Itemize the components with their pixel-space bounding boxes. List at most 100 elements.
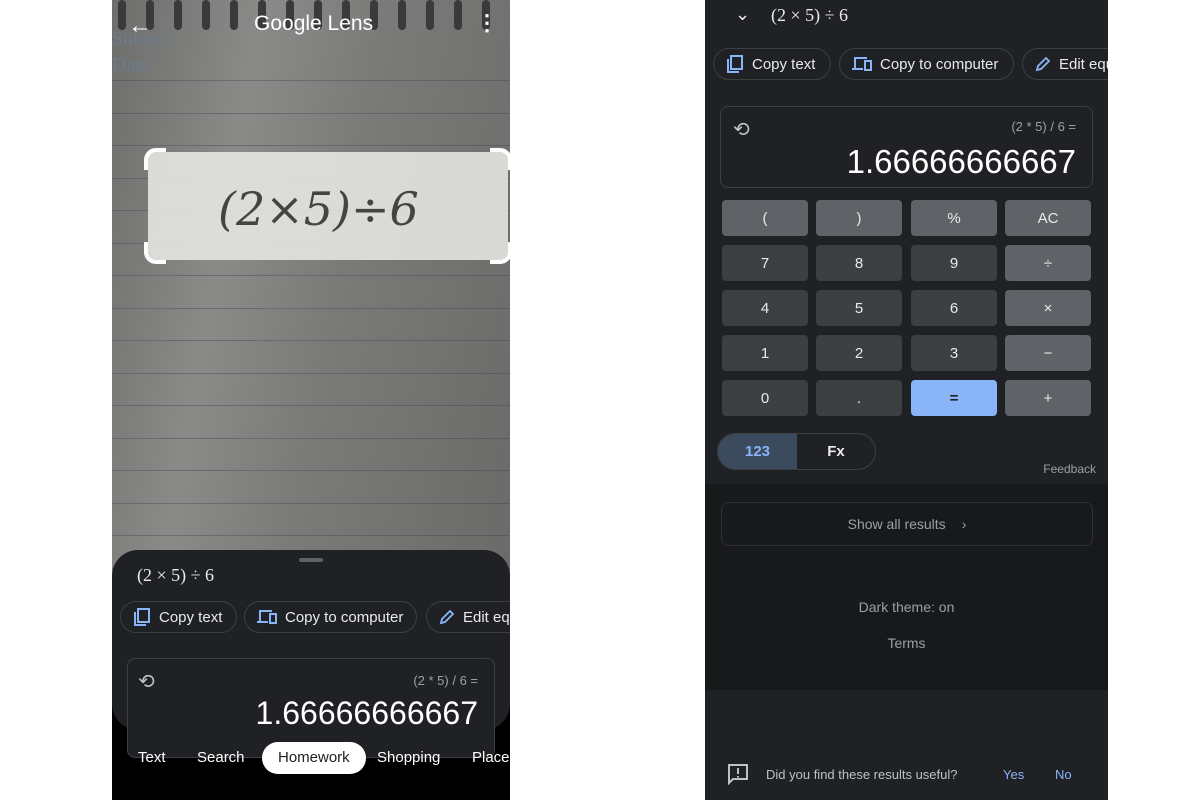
key-button[interactable]: ÷ <box>1005 245 1091 281</box>
notebook-date: Date <box>112 54 150 76</box>
mode-fx-button[interactable]: Fx <box>797 434 875 469</box>
spiral-ring <box>454 0 462 30</box>
chevron-right-icon: › <box>961 516 967 532</box>
selection-corner[interactable] <box>490 242 510 264</box>
key-button[interactable]: 3 <box>911 335 997 371</box>
dark-theme-toggle[interactable]: Dark theme: on <box>705 599 1108 615</box>
notebook-rule <box>112 275 510 276</box>
tab-search[interactable]: Search <box>181 742 261 774</box>
copy-icon <box>134 608 150 626</box>
notebook-rule <box>112 405 510 406</box>
history-icon[interactable]: ⟲ <box>733 117 750 142</box>
selection-corner[interactable] <box>144 148 166 170</box>
result-card: ⟲ (2 * 5) / 6 = 1.66666666667 <box>720 106 1093 188</box>
selection-corner[interactable] <box>144 242 166 264</box>
chip-label: Copy text <box>159 608 223 626</box>
notebook-rule <box>112 535 510 536</box>
spiral-ring <box>118 0 126 30</box>
selection-region[interactable]: (2×5)÷6 <box>144 148 510 264</box>
drag-handle[interactable] <box>299 558 323 562</box>
spiral-ring <box>230 0 238 30</box>
results-sheet: (2 × 5) ÷ 6 Copy text Copy to computer E… <box>112 550 510 758</box>
feedback-link[interactable]: Feedback <box>1043 462 1096 476</box>
copy-icon <box>727 55 743 73</box>
spiral-ring <box>426 0 434 30</box>
key-button[interactable]: × <box>1005 290 1091 326</box>
edit-equation-button[interactable]: Edit equation <box>426 601 510 633</box>
back-arrow-icon[interactable]: ← <box>128 12 152 40</box>
notebook-rule <box>112 80 510 81</box>
chip-label: Edit equation <box>463 608 510 626</box>
result-expression: (2 * 5) / 6 = <box>413 673 478 688</box>
spiral-ring <box>398 0 406 30</box>
result-value: 1.66666666667 <box>846 143 1076 180</box>
key-button[interactable]: 4 <box>722 290 808 326</box>
google-lens-screen: Subject Date (2×5)÷6 ← Google Lens ⋮ (2 … <box>112 0 510 800</box>
tab-places[interactable]: Places <box>456 742 510 774</box>
tab-text[interactable]: Text <box>122 742 182 774</box>
key-button[interactable]: − <box>1005 335 1091 371</box>
notebook-rule <box>112 112 510 114</box>
result-expression: (2 * 5) / 6 = <box>1011 119 1076 134</box>
result-value: 1.66666666667 <box>255 695 478 731</box>
devices-icon <box>257 610 277 624</box>
key-button[interactable]: 5 <box>816 290 902 326</box>
notebook-rule <box>112 307 510 309</box>
feedback-icon <box>728 764 748 785</box>
key-button[interactable]: 2 <box>816 335 902 371</box>
no-button[interactable]: No <box>1055 767 1072 782</box>
copy-text-button[interactable]: Copy text <box>713 48 831 80</box>
selection-corner[interactable] <box>490 148 510 170</box>
tab-homework[interactable]: Homework <box>262 742 366 774</box>
notebook-rule <box>112 340 510 341</box>
key-button[interactable]: ( <box>722 200 808 236</box>
key-button[interactable]: . <box>816 380 902 416</box>
chevron-down-icon[interactable]: ⌄ <box>735 4 750 25</box>
key-button[interactable]: 1 <box>722 335 808 371</box>
chip-label: Copy text <box>752 55 816 73</box>
key-button[interactable]: AC <box>1005 200 1091 236</box>
useful-question: Did you find these results useful? <box>766 767 958 782</box>
spiral-ring <box>202 0 210 30</box>
recognized-expression: (2 × 5) ÷ 6 <box>137 565 215 585</box>
pencil-icon <box>1035 56 1051 72</box>
camera-photo: Subject Date (2×5)÷6 <box>112 0 510 600</box>
tab-shopping[interactable]: Shopping <box>361 742 456 774</box>
recognized-expression: (2 × 5) ÷ 6 <box>771 5 849 25</box>
handwritten-equation: (2×5)÷6 <box>218 182 419 236</box>
show-all-results-button[interactable]: Show all results › <box>721 502 1093 546</box>
key-button[interactable]: ) <box>816 200 902 236</box>
spiral-ring <box>174 0 182 30</box>
key-button[interactable]: 6 <box>911 290 997 326</box>
devices-icon <box>852 57 872 71</box>
copy-to-computer-button[interactable]: Copy to computer <box>244 601 417 633</box>
key-button[interactable]: 8 <box>816 245 902 281</box>
chip-label: Edit equation <box>1059 55 1108 73</box>
notebook-rule <box>112 502 510 504</box>
more-options-icon[interactable]: ⋮ <box>476 10 498 36</box>
notebook-rule <box>112 145 510 146</box>
copy-text-button[interactable]: Copy text <box>120 601 237 633</box>
mode-toggle: 123 Fx <box>717 433 876 470</box>
terms-link[interactable]: Terms <box>705 635 1108 651</box>
key-button[interactable]: 9 <box>911 245 997 281</box>
chip-label: Copy to computer <box>880 55 999 73</box>
history-icon[interactable]: ⟲ <box>138 669 155 694</box>
notebook-rule <box>112 372 510 374</box>
chip-label: Copy to computer <box>285 608 404 626</box>
key-button[interactable]: % <box>911 200 997 236</box>
results-footer: Show all results › Dark theme: on Terms <box>705 484 1108 690</box>
edit-equation-button[interactable]: Edit equation <box>1022 48 1108 80</box>
key-button[interactable]: 7 <box>722 245 808 281</box>
copy-to-computer-button[interactable]: Copy to computer <box>839 48 1014 80</box>
notebook-rule <box>112 437 510 439</box>
calculator-results-screen: ⌄ (2 × 5) ÷ 6 Copy text Copy to computer… <box>705 0 1108 800</box>
pencil-icon <box>439 609 455 625</box>
mode-123-button[interactable]: 123 <box>718 434 797 469</box>
app-title: Google Lens <box>254 12 374 35</box>
yes-button[interactable]: Yes <box>1003 767 1024 782</box>
key-button[interactable]: = <box>911 380 997 416</box>
notebook-rule <box>112 470 510 471</box>
key-button[interactable]: 0 <box>722 380 808 416</box>
key-button[interactable]: + <box>1005 380 1091 416</box>
